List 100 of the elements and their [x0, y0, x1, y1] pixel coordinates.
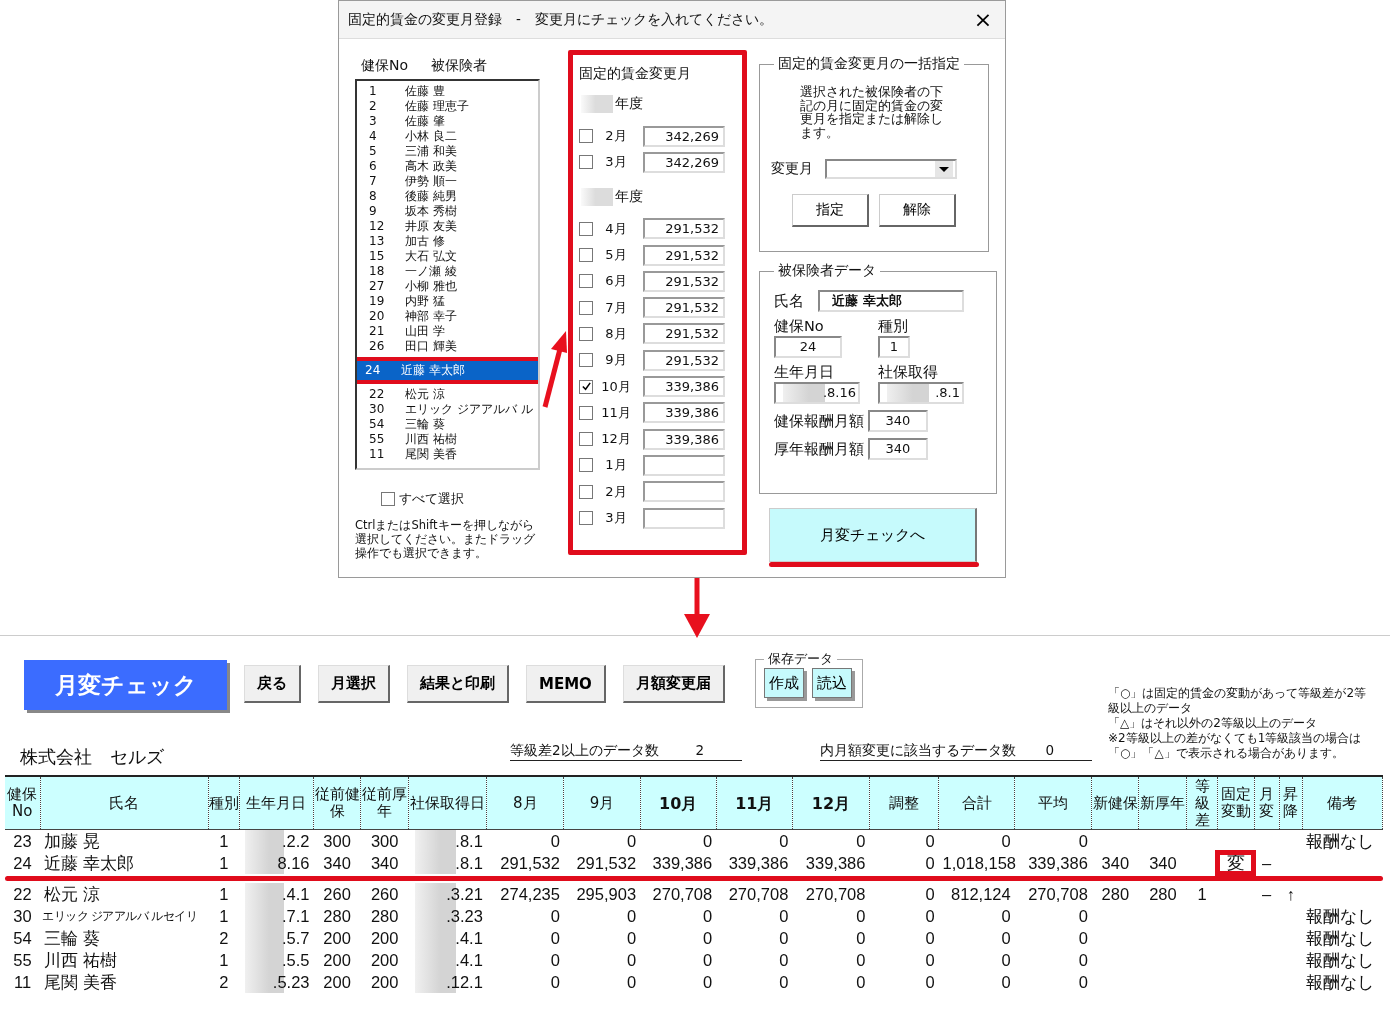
- checkbox[interactable]: [579, 221, 593, 236]
- table-cell-text: 0: [1077, 928, 1089, 949]
- list-item[interactable]: 27 小柳 雅也: [361, 279, 536, 294]
- list-item[interactable]: 2 佐藤 理恵子: [361, 99, 536, 114]
- month-label: 8月: [604, 324, 628, 343]
- date-field[interactable]: .8.1: [878, 382, 964, 404]
- list-item[interactable]: 21 山田 学: [361, 324, 536, 339]
- table-cell-text: 0: [778, 950, 790, 971]
- amount-field[interactable]: [643, 454, 725, 476]
- table-cell-text: 340: [369, 853, 400, 874]
- amount-field[interactable]: 291,532: [643, 218, 725, 240]
- check-button[interactable]: 月変チェックへ: [769, 508, 977, 562]
- amount-field[interactable]: 340: [868, 438, 928, 460]
- name-field[interactable]: 近藤 幸太郎: [818, 290, 964, 312]
- date-field[interactable]: .8.16: [774, 382, 860, 404]
- list-item[interactable]: 19 内野 猛: [361, 294, 536, 309]
- amount-field[interactable]: 291,532: [643, 270, 725, 292]
- number-field[interactable]: 24: [774, 336, 842, 358]
- column-header: 12月: [792, 776, 870, 830]
- list-item[interactable]: 20 神部 幸子: [361, 309, 536, 324]
- list-item[interactable]: 5 三浦 和美: [361, 144, 536, 159]
- company-name: 株式会社 セルズ: [20, 745, 165, 769]
- table-cell-text: 270,708: [651, 884, 714, 905]
- amount-field[interactable]: 291,532: [643, 297, 725, 319]
- list-item[interactable]: 9 坂本 秀樹: [361, 204, 536, 219]
- year-label: 年度: [581, 187, 643, 206]
- list-item[interactable]: 15 大石 弘文: [361, 249, 536, 264]
- checkbox[interactable]: [579, 248, 593, 263]
- checkbox[interactable]: [579, 129, 593, 144]
- table-cell-text: 0: [855, 950, 867, 971]
- insured-list[interactable]: [355, 79, 540, 470]
- close-button[interactable]: ×: [961, 1, 1005, 38]
- list-item[interactable]: 1 佐藤 豊: [361, 84, 536, 99]
- dialog-button[interactable]: 指定: [792, 194, 869, 227]
- list-item[interactable]: 22 松元 涼: [361, 387, 536, 402]
- checkbox[interactable]: [579, 379, 593, 394]
- checkbox[interactable]: [579, 326, 593, 341]
- table-cell-text: 川西 祐樹: [43, 950, 118, 971]
- amount-field[interactable]: [643, 481, 725, 503]
- list-item[interactable]: 55 川西 祐樹: [361, 432, 536, 447]
- amount-field[interactable]: 339,386: [643, 428, 725, 450]
- field-label: 健保No: [774, 317, 825, 336]
- table-cell-text: 0: [778, 928, 790, 949]
- title-button[interactable]: 月変チェック: [24, 660, 227, 710]
- checkbox[interactable]: [579, 274, 593, 289]
- table-cell-text: 0: [924, 928, 936, 949]
- table-cell-text: 1,018,158: [941, 853, 1015, 874]
- list-item[interactable]: 3 佐藤 肇: [361, 114, 536, 129]
- dialog-button[interactable]: 解除: [879, 194, 956, 227]
- month-label: 1月: [604, 456, 628, 475]
- amount-field[interactable]: [643, 507, 725, 529]
- toolbar-button[interactable]: MEMO: [526, 665, 606, 703]
- month-label: 11月: [600, 403, 632, 422]
- checkbox[interactable]: [381, 492, 395, 506]
- checkbox[interactable]: [579, 432, 593, 447]
- list-item[interactable]: 12 井原 友美: [361, 219, 536, 234]
- list-item[interactable]: 8 後藤 純男: [361, 189, 536, 204]
- checkbox[interactable]: [579, 353, 593, 368]
- amount-field[interactable]: 340: [868, 410, 928, 432]
- list-item[interactable]: 26 田口 輝美: [361, 339, 536, 354]
- table-cell-text: 0: [778, 906, 790, 927]
- table-cell-text: 340: [322, 853, 352, 874]
- table-cell-text: 30: [12, 906, 33, 927]
- column-header: 10月: [640, 776, 717, 830]
- data-button[interactable]: 読込: [811, 668, 852, 698]
- table-cell-text: 0: [1000, 928, 1012, 949]
- month-label: 2月: [604, 482, 628, 501]
- list-item[interactable]: 30 エリック ジアアルバ ル: [361, 402, 536, 417]
- toolbar-button[interactable]: 結果と印刷: [407, 665, 509, 703]
- amount-field[interactable]: 291,532: [643, 323, 725, 345]
- checkbox[interactable]: [579, 484, 593, 499]
- amount-field[interactable]: 291,532: [643, 349, 725, 371]
- column-header: 備考: [1302, 776, 1383, 830]
- list-item[interactable]: 18 一ノ瀬 綾: [361, 264, 536, 279]
- list-item[interactable]: 7 伊勢 順一: [361, 174, 536, 189]
- list-item[interactable]: 11 尾関 美香: [361, 447, 536, 462]
- list-item[interactable]: 4 小林 良二: [361, 129, 536, 144]
- amount-field[interactable]: 291,532: [643, 244, 725, 266]
- checkbox[interactable]: [579, 155, 593, 170]
- table-cell: .8.1: [408, 829, 487, 852]
- checkbox[interactable]: [579, 511, 593, 525]
- checkbox[interactable]: [579, 300, 593, 315]
- toolbar-button[interactable]: 月選択: [318, 665, 390, 703]
- list-item[interactable]: 6 高木 政美: [361, 159, 536, 174]
- table-cell-text: 1: [218, 950, 230, 971]
- month-label: 7月: [604, 298, 628, 317]
- toolbar-button[interactable]: 戻る: [244, 665, 301, 703]
- amount-field[interactable]: 342,269: [643, 151, 725, 173]
- checkbox[interactable]: [579, 458, 593, 473]
- checkbox[interactable]: [579, 405, 593, 420]
- table-cell-text: 0: [549, 950, 561, 971]
- list-item[interactable]: 54 三輪 葵: [361, 417, 536, 432]
- amount-field[interactable]: 339,386: [643, 402, 725, 424]
- amount-field[interactable]: 339,386: [643, 376, 725, 397]
- toolbar-button[interactable]: 月額変更届: [622, 665, 725, 703]
- data-button[interactable]: 作成: [763, 668, 804, 698]
- table-cell-text: ↑: [1285, 884, 1296, 905]
- list-item[interactable]: 13 加古 修: [361, 234, 536, 249]
- amount-field[interactable]: 342,269: [643, 125, 725, 147]
- type-field[interactable]: 1: [878, 336, 910, 358]
